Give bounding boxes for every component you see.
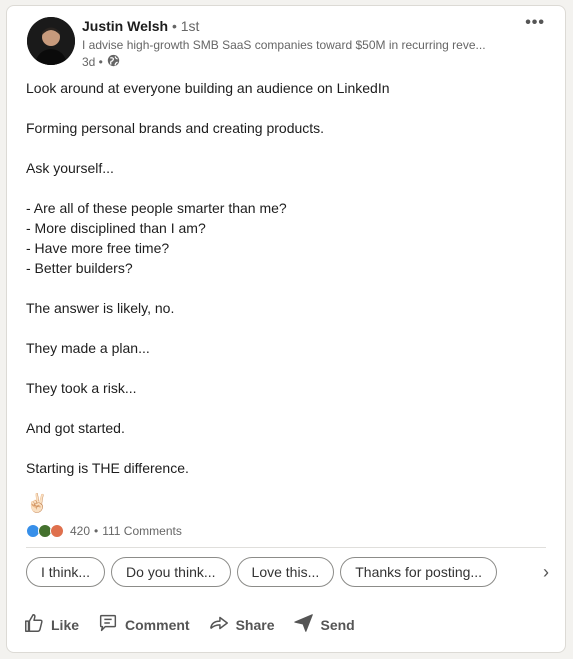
like-button[interactable]: Like (23, 612, 79, 637)
social-counts[interactable]: 420 • 111 Comments (26, 524, 182, 538)
post-line: They took a risk... (26, 380, 137, 396)
send-label: Send (320, 616, 355, 633)
post-line: Starting is THE difference. (26, 460, 189, 476)
reaction-count[interactable]: 420 (70, 524, 90, 538)
share-button[interactable]: Share (208, 612, 275, 637)
post-line: They made a plan... (26, 340, 150, 356)
post-line (26, 318, 546, 338)
suggestion-chip[interactable]: Love this... (236, 557, 335, 587)
post-line: Look around at everyone building an audi… (26, 80, 390, 96)
post-line: - Have more free time? (26, 240, 170, 256)
post-line: The answer is likely, no. (26, 300, 175, 316)
connection-degree: • 1st (171, 18, 200, 34)
post-line: - Better builders? (26, 260, 133, 276)
suggestion-chip[interactable]: I think... (26, 557, 106, 587)
post-line (26, 358, 546, 378)
send-icon (293, 612, 315, 637)
share-icon (208, 612, 230, 637)
post-line (26, 178, 546, 198)
suggestion-chip[interactable]: Thanks for posting... (340, 557, 498, 587)
comment-count[interactable]: 111 Comments (102, 524, 182, 538)
peace-emoji: ✌🏻 (26, 493, 49, 513)
share-label: Share (235, 616, 275, 633)
post-line (26, 278, 546, 298)
post-line: Forming personal brands and creating pro… (26, 120, 325, 136)
post-meta: 3d • (82, 54, 120, 70)
thumbs-up-icon (23, 612, 45, 637)
post-time: 3d • (82, 55, 103, 69)
post-line: And got started. (26, 420, 125, 436)
more-options-button[interactable]: ••• (525, 14, 545, 32)
action-bar: Like Comment Share Send (23, 612, 355, 637)
post-line (26, 398, 546, 418)
post-line (26, 138, 546, 158)
author-headline: I advise high-growth SMB SaaS companies … (82, 38, 486, 52)
comment-icon (97, 612, 119, 637)
globe-icon (107, 54, 120, 70)
avatar[interactable] (27, 17, 75, 65)
post-line: - More disciplined than I am? (26, 220, 206, 236)
comment-button[interactable]: Comment (97, 612, 190, 637)
post-line: Ask yourself... (26, 160, 114, 176)
comment-label: Comment (125, 616, 190, 633)
send-button[interactable]: Send (293, 612, 355, 637)
divider (26, 547, 546, 548)
post-line: - Are all of these people smarter than m… (26, 200, 287, 216)
separator-dot: • (94, 524, 99, 538)
post-line (26, 98, 546, 118)
suggestion-chip[interactable]: Do you think... (111, 557, 231, 587)
chevron-right-icon[interactable]: › (543, 562, 549, 583)
post-body: Look around at everyone building an audi… (26, 78, 546, 478)
like-label: Like (51, 616, 80, 633)
post-card: Justin Welsh • 1st I advise high-growth … (6, 5, 566, 653)
post-line (26, 438, 546, 458)
love-reaction-icon (50, 524, 64, 538)
suggestion-chips: I think... Do you think... Love this... … (26, 557, 498, 587)
author-name[interactable]: Justin Welsh (82, 18, 168, 34)
author-row: Justin Welsh • 1st (82, 18, 199, 34)
